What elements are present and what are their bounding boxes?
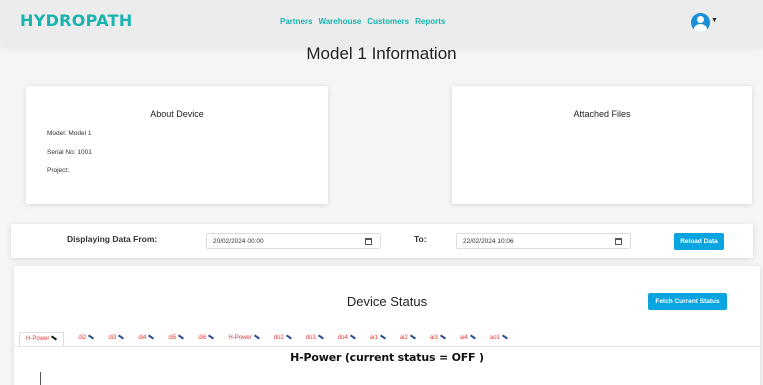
tab-di4[interactable]: di4: [132, 332, 155, 346]
calendar-icon[interactable]: [615, 238, 622, 245]
reload-data-button[interactable]: Reload Data: [674, 233, 724, 250]
tab-ai1[interactable]: ai1: [364, 332, 386, 346]
nav-customers[interactable]: Customers: [367, 17, 409, 26]
tab-di2[interactable]: di2: [72, 332, 95, 346]
tab-di6[interactable]: di6: [192, 332, 215, 346]
about-device-title: About Device: [150, 109, 204, 119]
tab-label: di2: [78, 335, 87, 341]
edit-pencil-icon: [253, 334, 260, 340]
chevron-down-icon[interactable]: ▼: [711, 17, 718, 24]
date-from-value: 20/02/2024 00:00: [213, 238, 264, 245]
tab-h-power[interactable]: H-Power: [19, 332, 65, 346]
date-from-input[interactable]: 20/02/2024 00:00: [206, 233, 381, 249]
date-to-value: 22/02/2024 10:06: [463, 238, 514, 245]
tab-do3[interactable]: do3: [300, 332, 324, 346]
edit-pencil-icon: [208, 334, 215, 340]
avatar-head: [697, 16, 704, 23]
tab-label: ai3: [429, 335, 438, 341]
top-navbar: HYDROPATH Partners Warehouse Customers R…: [0, 0, 763, 46]
edit-pencil-icon: [349, 334, 356, 340]
tab-label: H-Power: [26, 336, 50, 342]
edit-pencil-icon: [469, 334, 476, 340]
tab-label: ai2: [399, 335, 408, 341]
edit-pencil-icon: [317, 334, 324, 340]
tab-label: ao1: [489, 335, 500, 341]
edit-pencil-icon: [178, 334, 185, 340]
tab-ao1[interactable]: ao1: [484, 332, 508, 346]
tab-label: H-Power: [228, 335, 252, 341]
nav-reports[interactable]: Reports: [415, 17, 445, 26]
tab-label: do4: [337, 335, 348, 341]
edit-pencil-icon: [439, 334, 446, 340]
tab-label: do2: [273, 335, 284, 341]
chart-y-axis: [40, 372, 41, 385]
tab-label: ai1: [369, 335, 378, 341]
tab-di3[interactable]: di3: [102, 332, 125, 346]
brand-logo[interactable]: HYDROPATH: [20, 11, 133, 30]
edit-pencil-icon: [409, 334, 416, 340]
edit-pencil-icon: [118, 334, 125, 340]
edit-pencil-icon: [379, 334, 386, 340]
tabs-divider: [14, 346, 760, 347]
device-status-card: Device Status Fetch Current Status H-Pow…: [14, 266, 760, 385]
tab-ai2[interactable]: ai2: [394, 332, 416, 346]
tab-h-power-2[interactable]: H-Power: [222, 332, 260, 346]
tab-do2[interactable]: do2: [268, 332, 292, 346]
user-avatar-icon[interactable]: [691, 13, 710, 32]
date-to-input[interactable]: 22/02/2024 10:06: [456, 233, 631, 249]
device-project: Project:: [47, 167, 70, 174]
device-serial: Serial No: 1001: [47, 149, 92, 156]
calendar-icon[interactable]: [365, 238, 372, 245]
edit-pencil-icon: [285, 334, 292, 340]
edit-pencil-icon: [88, 334, 95, 340]
tab-ai4[interactable]: ai4: [454, 332, 476, 346]
date-from-label: Displaying Data From:: [67, 234, 158, 244]
tab-do4[interactable]: do4: [332, 332, 356, 346]
page-title: Model 1 Information: [306, 44, 457, 63]
attached-files-card: Attached Files: [452, 86, 752, 204]
device-model: Model: Model 1: [47, 130, 92, 137]
tab-label: di3: [108, 335, 117, 341]
avatar-body: [694, 24, 707, 32]
tab-di5[interactable]: di5: [162, 332, 185, 346]
nav-partners[interactable]: Partners: [280, 17, 312, 26]
tab-label: di4: [138, 335, 147, 341]
edit-pencil-icon: [501, 334, 508, 340]
fetch-status-button[interactable]: Fetch Current Status: [648, 293, 727, 310]
main-nav: Partners Warehouse Customers Reports: [280, 17, 445, 26]
chart-title: H-Power (current status = OFF ): [290, 351, 484, 364]
date-range-bar: Displaying Data From: 20/02/2024 00:00 T…: [11, 224, 753, 258]
tab-label: di5: [168, 335, 177, 341]
edit-pencil-icon: [148, 334, 155, 340]
edit-pencil-icon: [51, 335, 58, 341]
tab-ai3[interactable]: ai3: [424, 332, 446, 346]
date-to-label: To:: [414, 234, 427, 244]
signal-tabs: H-Power di2 di3 di4 di5 di6 H-Power do2 …: [19, 332, 516, 346]
tab-label: ai4: [459, 335, 468, 341]
tab-label: do3: [305, 335, 316, 341]
nav-warehouse[interactable]: Warehouse: [318, 17, 361, 26]
tab-label: di6: [198, 335, 207, 341]
about-device-card: About Device Model: Model 1 Serial No: 1…: [26, 86, 328, 204]
attached-files-title: Attached Files: [573, 109, 631, 119]
